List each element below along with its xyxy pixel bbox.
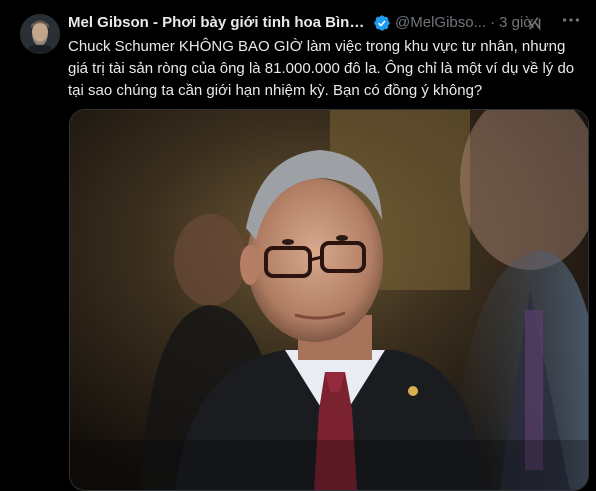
grok-icon[interactable] bbox=[526, 14, 544, 32]
tweet-text-line: giá trị tài sản ròng của ông là 81.000.0… bbox=[68, 60, 575, 77]
avatar-icon bbox=[20, 14, 60, 54]
photo-image bbox=[70, 110, 588, 490]
tweet-text: Chuck Schumer KHÔNG BAO GIỜ làm việc tro… bbox=[68, 36, 588, 102]
author-handle[interactable]: @MelGibso... bbox=[395, 13, 486, 33]
author-avatar[interactable] bbox=[20, 14, 60, 54]
tweet-photo[interactable] bbox=[69, 109, 589, 491]
tweet-text-line: Chuck Schumer KHÔNG BAO GIỜ làm việc tro… bbox=[68, 38, 566, 55]
author-display-name[interactable]: Mel Gibson - Phơi bày giới tinh hoa Bình… bbox=[68, 13, 370, 33]
separator-dot: · bbox=[490, 14, 496, 31]
tweet-article[interactable]: Mel Gibson - Phơi bày giới tinh hoa Bình… bbox=[0, 0, 596, 491]
verified-badge-icon bbox=[374, 15, 390, 31]
more-options-icon[interactable] bbox=[560, 9, 582, 31]
tweet-text-line: tại sao chúng ta cần giới hạn nhiệm kỳ. … bbox=[68, 82, 483, 99]
tweet-header: Mel Gibson - Phơi bày giới tinh hoa Bình… bbox=[68, 12, 588, 34]
